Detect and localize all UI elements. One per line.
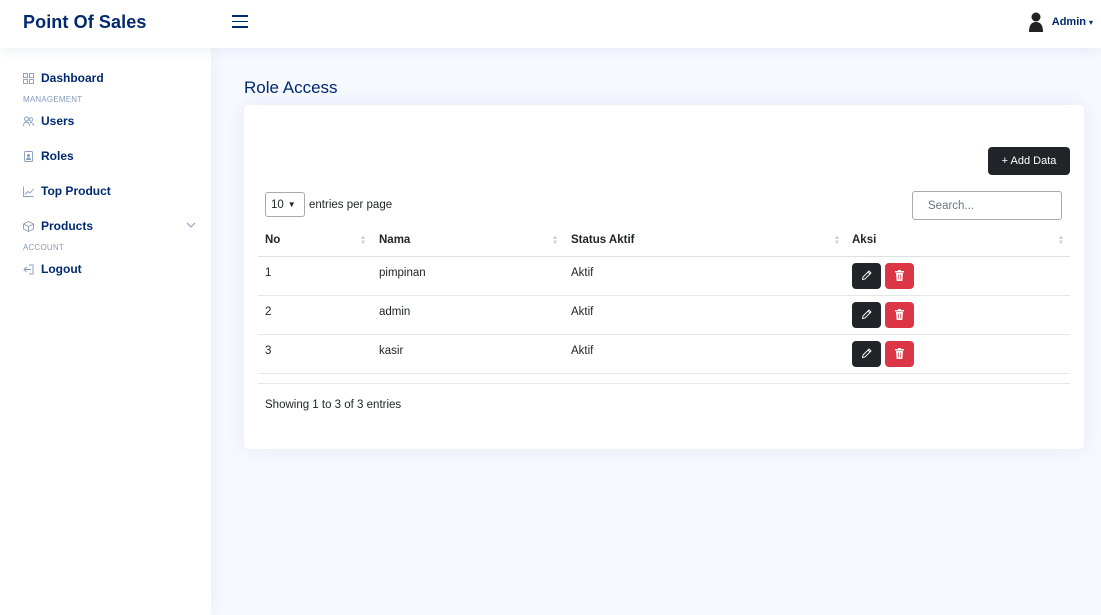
sidebar-item-label: Products <box>41 219 94 233</box>
sidebar-item-label: Users <box>41 114 75 128</box>
table-row: 3 kasir Aktif <box>258 334 1070 374</box>
sidebar-item-top-product[interactable]: Top Product <box>0 182 211 200</box>
cell-aksi <box>846 334 1070 374</box>
edit-button[interactable] <box>852 301 881 328</box>
sidebar-item-users[interactable]: Users <box>0 112 211 130</box>
entries-select-value: 10 <box>271 198 284 211</box>
box-icon <box>23 220 34 232</box>
column-header-no[interactable]: No ▲ ▼ <box>258 225 372 257</box>
roles-table: No ▲ ▼ Nama ▲ ▼ Status Aktif ▲ ▼ Aksi ▲ ▼ <box>258 225 1070 374</box>
caret-down-icon: ▾ <box>1088 17 1093 27</box>
delete-button[interactable] <box>885 262 914 289</box>
cell-status: Aktif <box>564 295 846 335</box>
person-badge-icon <box>24 150 33 162</box>
sort-icon: ▲ ▼ <box>1058 235 1064 246</box>
logout-icon <box>23 264 34 274</box>
sidebar-item-logout[interactable]: Logout <box>0 260 211 278</box>
entries-label: entries per page <box>309 198 393 211</box>
grid-icon <box>23 72 34 84</box>
cell-nama: admin <box>372 295 564 335</box>
cell-nama: kasir <box>372 334 564 374</box>
table-info: Showing 1 to 3 of 3 entries <box>265 399 402 411</box>
edit-button[interactable] <box>852 340 881 367</box>
entries-per-page: 10 ▼ entries per page <box>265 192 392 217</box>
cell-aksi <box>846 295 1070 335</box>
column-header-aksi[interactable]: Aksi ▲ ▼ <box>846 225 1070 257</box>
add-data-button[interactable]: + Add Data <box>988 147 1070 175</box>
nav-heading-management: MANAGEMENT <box>23 95 83 104</box>
menu-toggle-icon[interactable] <box>232 15 248 29</box>
top-header: Point Of Sales Admin ▾ <box>0 0 1101 48</box>
graph-icon <box>23 186 34 197</box>
table-bottom-divider <box>258 383 1070 384</box>
chevron-down-icon: ▼ <box>287 200 296 209</box>
column-header-status[interactable]: Status Aktif ▲ ▼ <box>564 225 846 257</box>
cell-no: 1 <box>258 256 372 296</box>
sidebar-item-label: Logout <box>41 262 82 276</box>
search-input[interactable] <box>912 191 1062 220</box>
people-icon <box>23 116 34 126</box>
table-row: 1 pimpinan Aktif <box>258 256 1070 296</box>
entries-select[interactable]: 10 ▼ <box>265 192 305 217</box>
trash-icon <box>895 270 904 281</box>
cell-nama: pimpinan <box>372 256 564 296</box>
sidebar-item-label: Dashboard <box>41 71 104 85</box>
table-row: 2 admin Aktif <box>258 295 1070 335</box>
delete-button[interactable] <box>885 301 914 328</box>
cell-no: 2 <box>258 295 372 335</box>
pencil-icon <box>861 270 872 281</box>
sidebar-item-products[interactable]: Products <box>0 217 211 235</box>
profile-dropdown[interactable]: Admin ▾ <box>1028 12 1093 32</box>
table-header-row: No ▲ ▼ Nama ▲ ▼ Status Aktif ▲ ▼ Aksi ▲ ▼ <box>258 225 1070 257</box>
role-access-card: + Add Data 10 ▼ entries per page No ▲▼ N… <box>244 105 1084 449</box>
pencil-icon <box>861 348 872 359</box>
sidebar-item-label: Top Product <box>41 184 111 198</box>
sidebar-item-roles[interactable]: Roles <box>0 147 211 165</box>
column-header-nama[interactable]: Nama ▲ ▼ <box>372 225 564 257</box>
sidebar: Dashboard MANAGEMENT Users Roles Top Pro… <box>0 48 211 615</box>
cell-aksi <box>846 256 1070 296</box>
sidebar-item-dashboard[interactable]: Dashboard <box>0 69 211 87</box>
edit-button[interactable] <box>852 262 881 289</box>
sort-icon: ▲ ▼ <box>360 235 366 246</box>
trash-icon <box>895 309 904 320</box>
sidebar-item-label: Roles <box>41 149 74 163</box>
user-avatar-icon <box>1028 12 1043 32</box>
brand-logo[interactable]: Point Of Sales <box>23 12 146 33</box>
cell-status: Aktif <box>564 334 846 374</box>
chevron-down-icon <box>186 222 196 228</box>
pencil-icon <box>861 309 872 320</box>
sort-icon: ▲ ▼ <box>552 235 558 246</box>
trash-icon <box>895 348 904 359</box>
sort-icon: ▲ ▼ <box>834 235 840 246</box>
cell-status: Aktif <box>564 256 846 296</box>
cell-no: 3 <box>258 334 372 374</box>
delete-button[interactable] <box>885 340 914 367</box>
nav-heading-account: ACCOUNT <box>23 243 64 252</box>
page-title: Role Access <box>244 78 338 97</box>
user-name: Admin <box>1051 16 1086 28</box>
